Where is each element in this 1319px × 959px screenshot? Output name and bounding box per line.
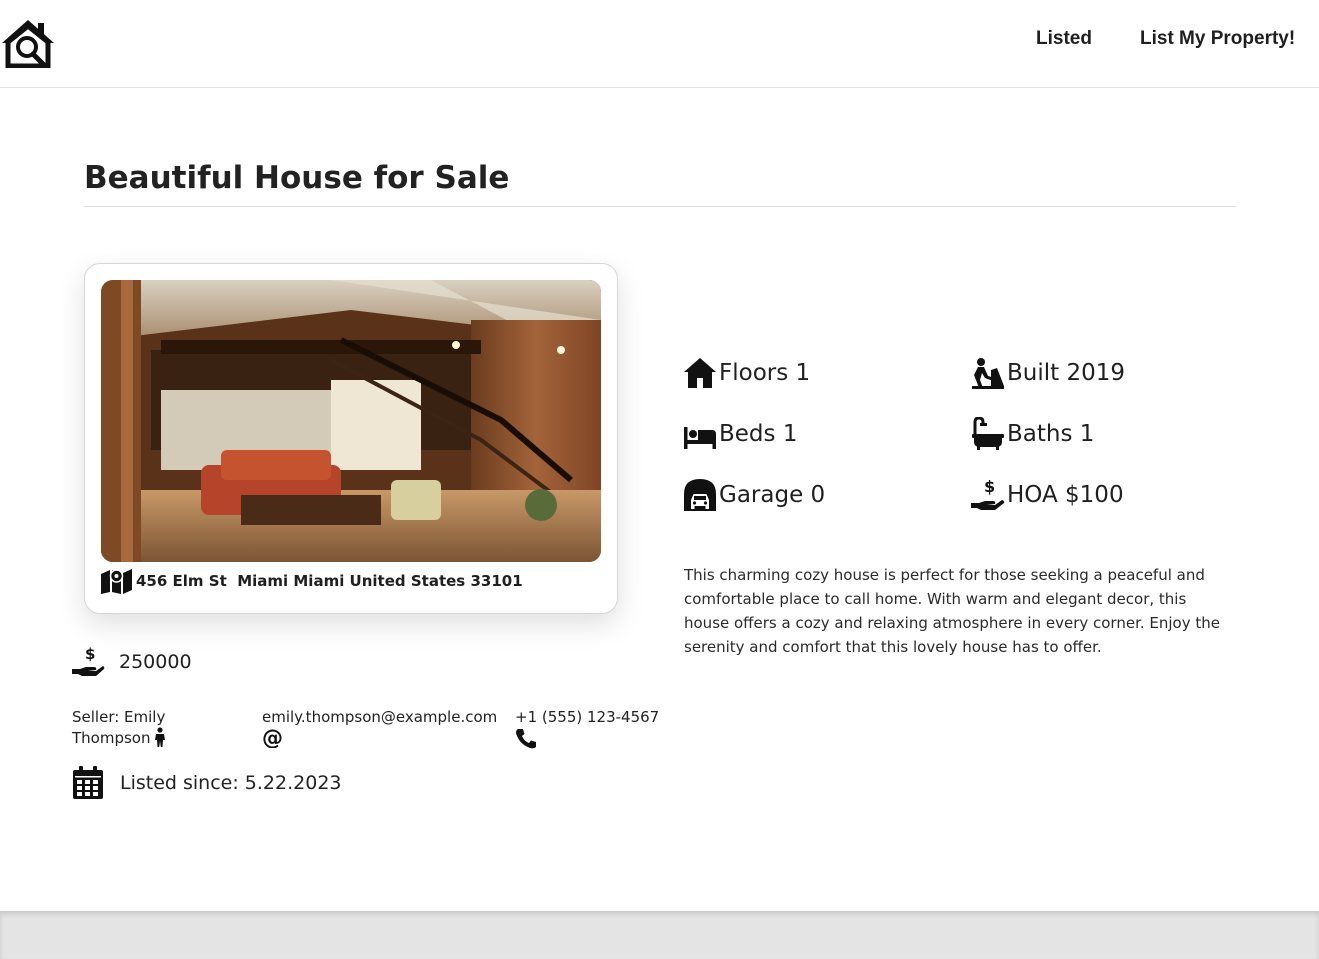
footer-bar xyxy=(0,911,1319,959)
listed-since-text: Listed since: 5.22.2023 xyxy=(120,771,342,794)
property-photo-card: 456 Elm St Miami Miami United States 331… xyxy=(84,263,618,614)
person-icon xyxy=(155,727,166,747)
nav-listed-link[interactable]: Listed xyxy=(1036,28,1092,50)
page-title: Beautiful House for Sale xyxy=(84,160,510,196)
floors-text: Floors 1 xyxy=(719,360,811,386)
email-text[interactable]: emily.thompson@example.com xyxy=(262,707,497,727)
hand-dollar-icon: $ xyxy=(72,646,105,676)
listed-since-row: Listed since: 5.22.2023 xyxy=(73,766,342,799)
house-icon xyxy=(684,358,716,388)
garage-car-icon xyxy=(684,479,716,511)
bed-icon xyxy=(684,427,716,449)
hand-dollar-icon: $ xyxy=(971,478,1005,510)
top-navbar: Listed List My Property! xyxy=(0,0,1319,88)
feature-baths: Baths 1 xyxy=(971,416,1094,452)
price-value: 250000 xyxy=(119,651,192,673)
seller-email[interactable]: emily.thompson@example.com @ xyxy=(262,707,497,748)
map-icon xyxy=(101,569,132,594)
property-address: 456 Elm St Miami Miami United States 331… xyxy=(136,572,523,590)
nav-list-property-link[interactable]: List My Property! xyxy=(1140,28,1295,50)
at-sign-icon: @ xyxy=(262,728,283,748)
baths-text: Baths 1 xyxy=(1007,421,1095,447)
seller-phone[interactable]: +1 (555) 123-4567 xyxy=(515,707,659,749)
builder-icon xyxy=(972,358,1004,389)
price-row: $ 250000 xyxy=(72,646,192,678)
beds-text: Beds 1 xyxy=(719,421,798,447)
bathtub-icon xyxy=(972,417,1004,450)
built-text: Built 2019 xyxy=(1007,360,1125,386)
seller-name: Thompson xyxy=(72,729,151,747)
calendar-icon xyxy=(73,766,103,799)
feature-hoa: $ HOA $100 xyxy=(971,477,1124,513)
property-description: This charming cozy house is perfect for … xyxy=(684,566,1220,656)
house-search-icon[interactable] xyxy=(0,18,56,69)
feature-beds: Beds 1 xyxy=(683,416,797,452)
property-photo[interactable] xyxy=(101,280,601,562)
phone-icon xyxy=(516,729,536,749)
svg-text:$: $ xyxy=(85,646,95,663)
garage-text: Garage 0 xyxy=(719,482,826,508)
feature-built: Built 2019 xyxy=(971,355,1125,391)
hoa-text: HOA $100 xyxy=(1007,482,1124,508)
svg-text:$: $ xyxy=(984,478,995,496)
phone-text[interactable]: +1 (555) 123-4567 xyxy=(515,707,659,727)
feature-floors: Floors 1 xyxy=(683,355,810,391)
title-divider xyxy=(84,206,1236,207)
feature-garage: Garage 0 xyxy=(683,477,825,513)
address-row: 456 Elm St Miami Miami United States 331… xyxy=(101,568,523,594)
seller-info: Seller: Emily Thompson xyxy=(72,707,222,748)
seller-label: Seller: Emily xyxy=(72,708,166,726)
svg-text:@: @ xyxy=(262,728,283,748)
